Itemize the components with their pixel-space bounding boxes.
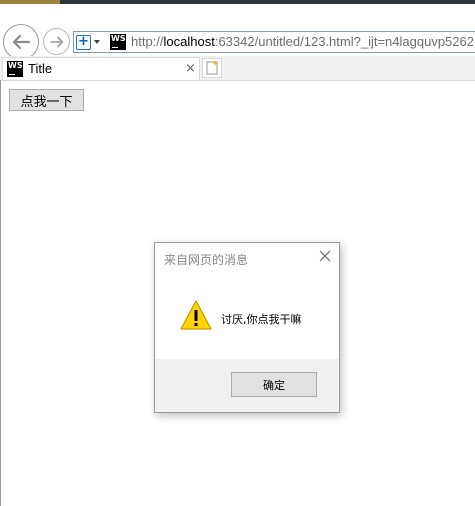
back-arrow-icon bbox=[12, 34, 31, 50]
close-x-glyph bbox=[319, 250, 331, 262]
close-tab-icon[interactable]: × bbox=[185, 61, 196, 76]
url-prefix: http:// bbox=[131, 34, 164, 49]
close-icon[interactable] bbox=[317, 248, 333, 264]
warning-icon bbox=[180, 300, 212, 330]
new-tab-icon bbox=[206, 60, 218, 75]
shield-plus-icon: + bbox=[76, 34, 91, 50]
url-text[interactable]: http://localhost:63342/untitled/123.html… bbox=[131, 34, 474, 49]
forward-arrow-icon bbox=[49, 36, 63, 47]
new-tab-button[interactable] bbox=[202, 58, 222, 78]
page-left-border bbox=[0, 80, 1, 506]
click-me-button[interactable]: 点我一下 bbox=[9, 89, 84, 111]
dialog-title: 来自网页的消息 bbox=[164, 253, 249, 267]
forward-button[interactable] bbox=[43, 28, 70, 55]
address-bar[interactable]: + WS http://localhost:63342/untitled/123… bbox=[73, 31, 475, 53]
security-menu-button[interactable]: + bbox=[76, 33, 106, 51]
alert-dialog: 来自网页的消息 讨厌,你点我干嘛 确定 bbox=[154, 242, 340, 413]
ok-button[interactable]: 确定 bbox=[231, 372, 317, 397]
navigation-bar: + WS http://localhost:63342/untitled/123… bbox=[0, 4, 475, 60]
url-host: localhost bbox=[163, 34, 215, 49]
dialog-footer: 确定 bbox=[155, 359, 339, 412]
chevron-down-icon bbox=[94, 40, 100, 44]
dialog-message: 讨厌,你点我干嘛 bbox=[221, 313, 302, 326]
tab-favicon-icon: WS bbox=[7, 61, 23, 77]
back-button[interactable] bbox=[3, 24, 39, 60]
tab-bar: WS Title × bbox=[0, 56, 475, 81]
site-favicon-icon: WS bbox=[110, 34, 126, 50]
tab-title-page[interactable]: WS Title × bbox=[2, 57, 200, 80]
url-rest: :63342/untitled/123.html?_ijt=n4lagquvp5… bbox=[214, 34, 474, 49]
tab-title-label: Title bbox=[28, 61, 53, 76]
